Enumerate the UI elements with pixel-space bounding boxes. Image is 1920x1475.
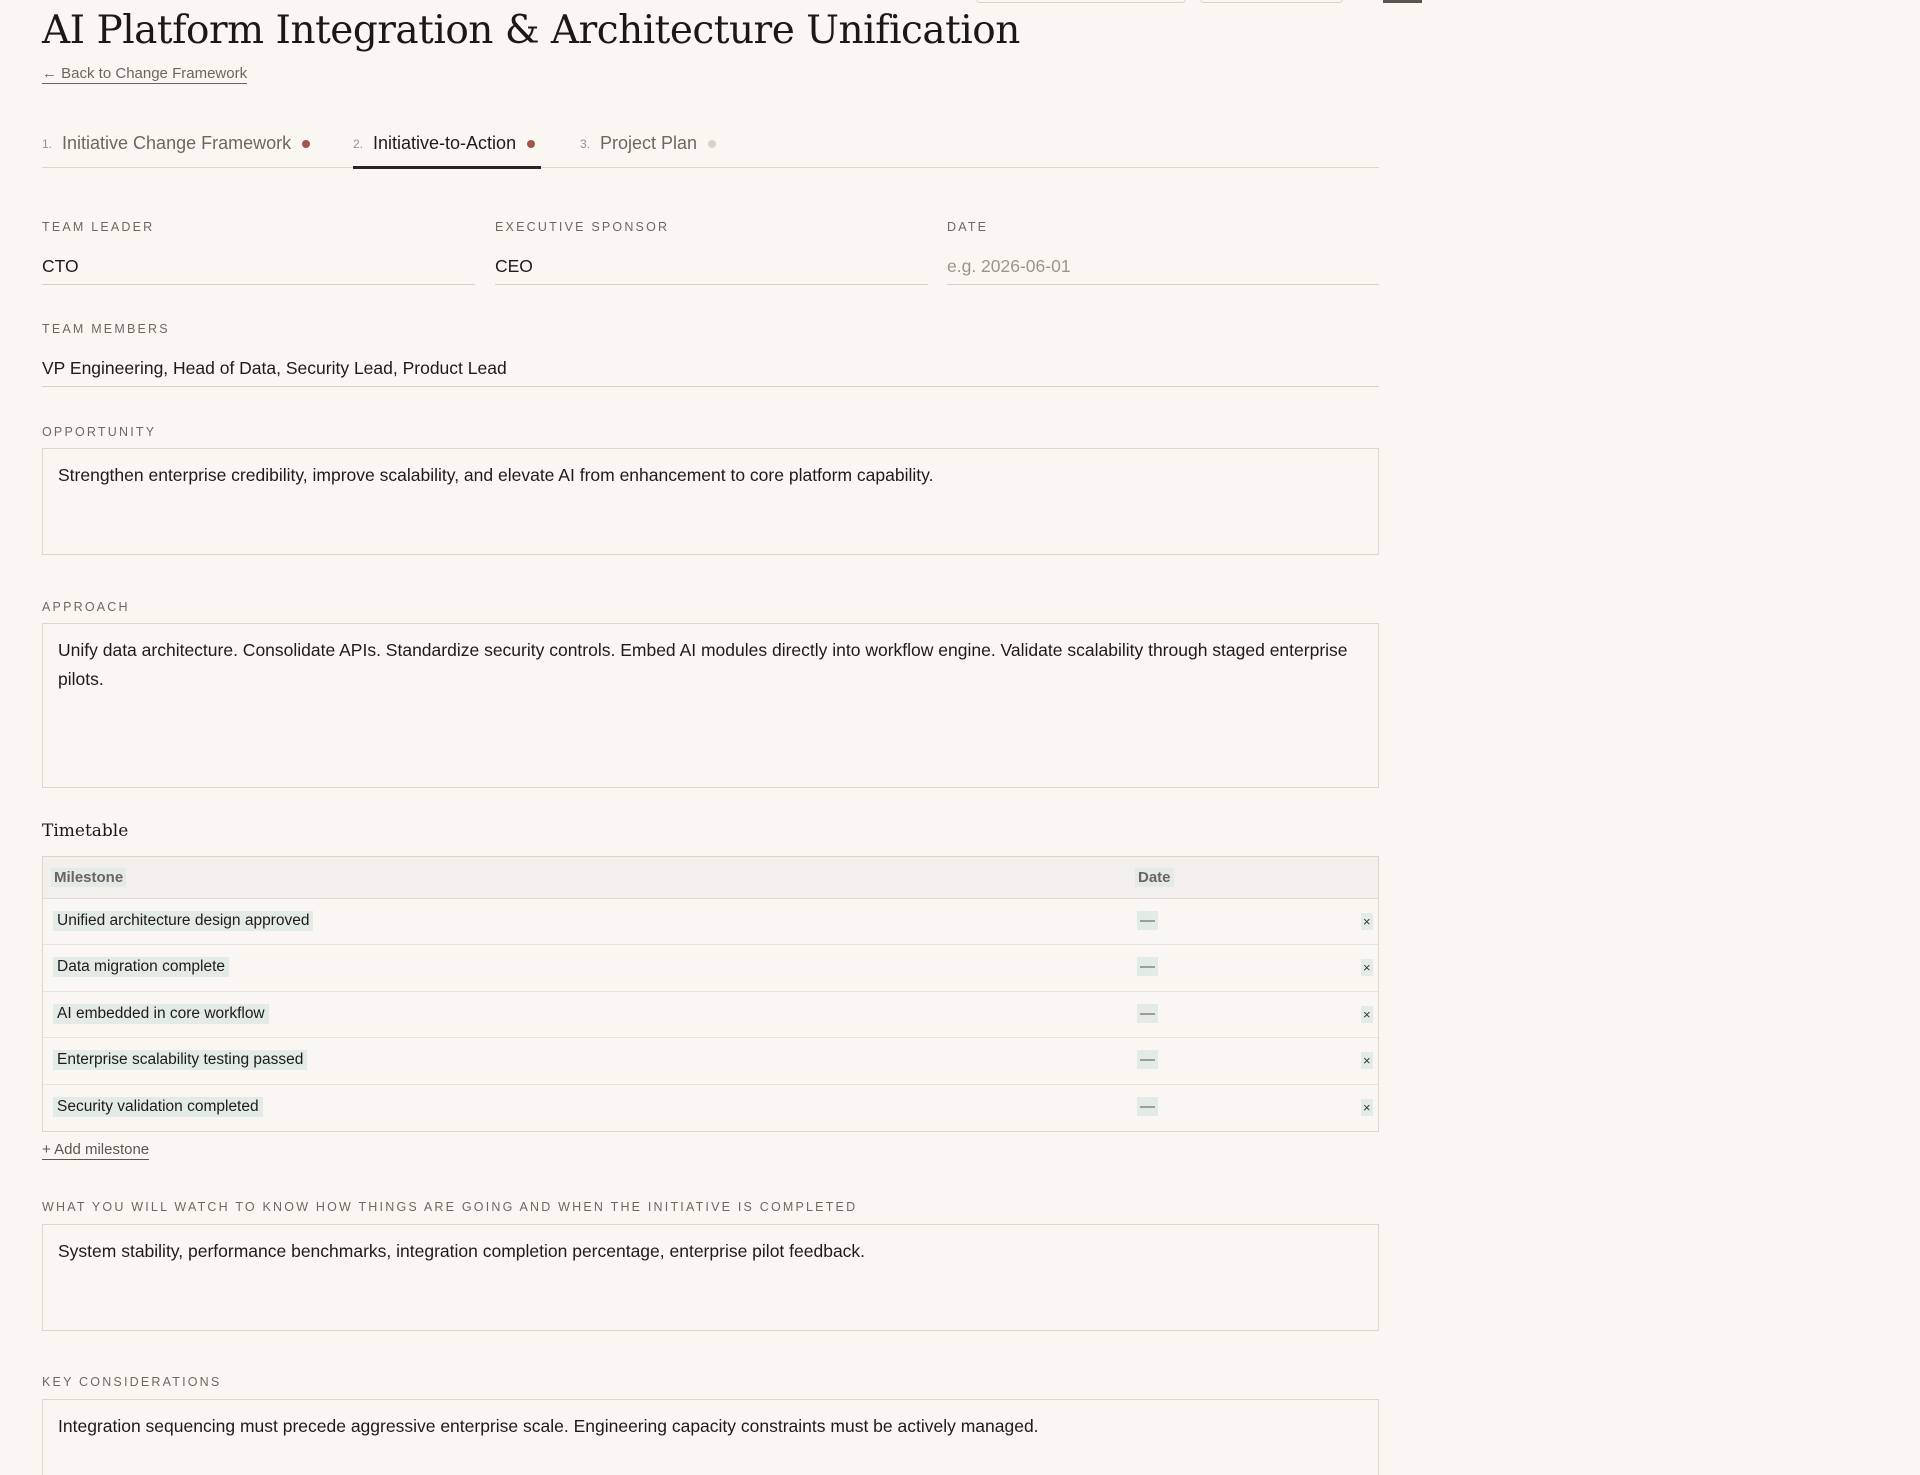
tab-status-dot [527, 140, 536, 148]
remove-milestone-button[interactable]: × [1361, 1052, 1373, 1070]
date-cell[interactable]: — [1137, 1003, 1158, 1023]
date-cell[interactable]: — [1137, 911, 1158, 930]
milestone-cell[interactable]: AI embedded in core workflow [53, 1003, 269, 1024]
top-select-control[interactable] [976, 0, 1186, 3]
team-members-label: Team Members [42, 322, 170, 336]
tab-label: Initiative-to-Action [373, 133, 517, 153]
step-tabs: 1. Initiative Change Framework 2. Initia… [42, 124, 1379, 169]
approach-textarea[interactable]: Unify data architecture. Consolidate API… [42, 623, 1379, 788]
opportunity-textarea[interactable]: Strengthen enterprise credibility, impro… [42, 448, 1379, 555]
timetable-title: Timetable [42, 821, 129, 841]
key-considerations-label: Key Considerations [42, 1375, 222, 1389]
top-menu-control[interactable] [1383, 0, 1422, 3]
tab-status-dot [302, 140, 311, 148]
table-row: Enterprise scalability testing passed — … [43, 1038, 1378, 1085]
tab-initiative-change-framework[interactable]: 1. Initiative Change Framework [42, 124, 311, 168]
team-leader-label: Team Leader [42, 220, 155, 234]
add-milestone-link[interactable]: + Add milestone [42, 1141, 150, 1160]
remove-milestone-button[interactable]: × [1361, 913, 1373, 930]
page-title: AI Platform Integration & Architecture U… [42, 8, 1020, 53]
table-row: Security validation completed — × [43, 1085, 1378, 1131]
date-label: Date [947, 220, 989, 234]
date-cell[interactable]: — [1137, 1096, 1158, 1116]
team-leader-input[interactable] [42, 249, 475, 285]
executive-sponsor-label: Executive Sponsor [495, 220, 670, 234]
milestone-cell[interactable]: Data migration complete [53, 957, 229, 978]
date-header: Date [1135, 868, 1174, 887]
tab-label: Project Plan [600, 133, 698, 153]
milestone-header: Milestone [51, 868, 127, 887]
executive-sponsor-input[interactable] [495, 249, 928, 285]
table-row: Unified architecture design approved — × [43, 899, 1378, 946]
tab-status-dot [708, 140, 717, 148]
remove-milestone-button[interactable]: × [1361, 959, 1373, 977]
tab-project-plan[interactable]: 3. Project Plan [580, 124, 717, 168]
remove-milestone-button[interactable]: × [1361, 1005, 1373, 1023]
team-members-input[interactable] [42, 351, 1379, 387]
key-considerations-textarea[interactable]: Integration sequencing must precede aggr… [42, 1399, 1379, 1475]
date-cell[interactable]: — [1137, 957, 1158, 977]
milestone-cell[interactable]: Enterprise scalability testing passed [53, 1050, 308, 1071]
milestone-cell[interactable]: Security validation completed [53, 1096, 263, 1117]
table-header: Milestone Date [43, 857, 1378, 899]
milestone-cell[interactable]: Unified architecture design approved [53, 911, 314, 931]
approach-label: Approach [42, 600, 130, 614]
watch-textarea[interactable]: System stability, performance benchmarks… [42, 1224, 1379, 1331]
tab-initiative-to-action[interactable]: 2. Initiative-to-Action [353, 124, 542, 169]
remove-milestone-button[interactable]: × [1361, 1098, 1373, 1116]
top-button-control[interactable] [1200, 0, 1343, 3]
tab-label: Initiative Change Framework [62, 133, 292, 153]
watch-label: What you will watch to know how things a… [42, 1200, 858, 1214]
tab-number: 1. [42, 137, 53, 151]
table-row: AI embedded in core workflow — × [43, 992, 1378, 1039]
tab-number: 3. [580, 137, 591, 151]
date-input[interactable] [947, 249, 1379, 285]
timetable-table: Milestone Date Unified architecture desi… [42, 856, 1379, 1132]
tab-number: 2. [353, 137, 364, 151]
page: AI Platform Integration & Architecture U… [0, 0, 1920, 1475]
table-row: Data migration complete — × [43, 945, 1378, 992]
back-link[interactable]: ← Back to Change Framework [42, 65, 248, 84]
date-cell[interactable]: — [1137, 1050, 1158, 1070]
opportunity-label: Opportunity [42, 425, 157, 439]
